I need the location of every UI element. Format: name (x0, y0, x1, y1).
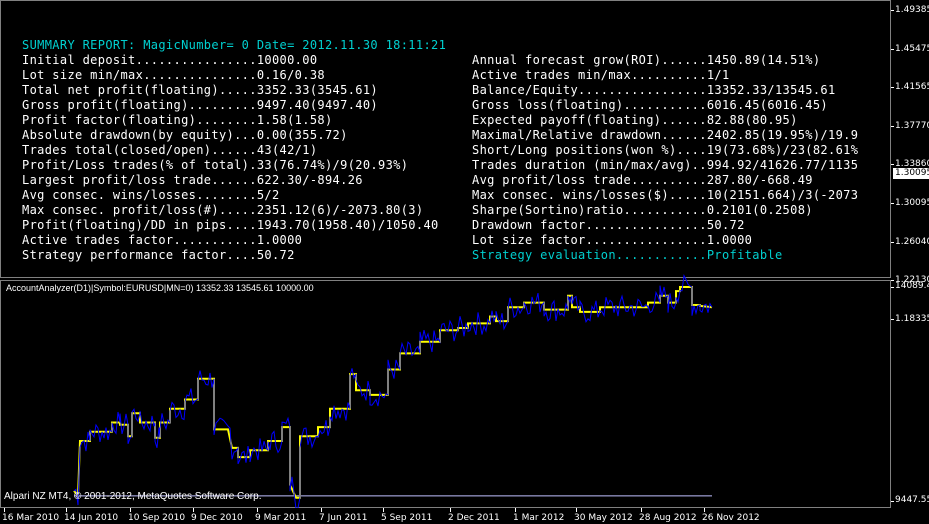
price-tick (891, 48, 894, 50)
time-tick (321, 508, 322, 512)
balance-line (73, 286, 713, 499)
time-label: 28 Aug 2012 (639, 513, 697, 523)
time-label: 9 Dec 2010 (191, 513, 243, 523)
indicator-scale-bottom: 9447.55 (895, 495, 929, 505)
time-tick (383, 508, 384, 512)
price-label: 1.30095 (895, 198, 929, 208)
indicator-scale[interactable]: 14089.4 9447.55 (891, 280, 929, 508)
time-label: 9 Mar 2011 (255, 513, 307, 523)
time-label: 16 Mar 2010 (2, 513, 60, 523)
time-tick (704, 508, 705, 512)
time-label: 26 Nov 2012 (702, 513, 760, 523)
time-tick (4, 508, 5, 512)
price-tick (891, 10, 894, 11)
price-tick (891, 203, 894, 204)
price-scale[interactable]: 1.49385 1.45475 1.41565 1.37770 1.33860 1.300… (891, 0, 929, 324)
price-label: 1.45475 (895, 43, 929, 54)
time-tick (66, 508, 67, 512)
copyright-text: Alpari NZ MT4, © 2001-2012, MetaQuotes S… (4, 491, 262, 502)
equity-line (73, 273, 713, 508)
time-label: 2 Dec 2011 (448, 513, 500, 523)
price-label: 1.49385 (895, 5, 929, 15)
price-tick (891, 164, 894, 166)
price-label: 1.26040 (895, 236, 929, 247)
price-tick (891, 241, 894, 243)
price-tick (891, 125, 894, 127)
price-label: 1.41565 (895, 82, 929, 93)
price-label: 1.37770 (895, 120, 929, 131)
time-tick (515, 508, 516, 512)
time-label: 14 Jun 2010 (64, 513, 119, 523)
time-label: 30 May 2012 (574, 513, 633, 523)
time-tick (641, 508, 642, 512)
time-label: 7 Jun 2011 (319, 513, 368, 523)
time-tick (576, 508, 577, 512)
indicator-scale-top: 14089.4 (895, 281, 929, 291)
time-label: 5 Sep 2011 (381, 513, 433, 523)
time-tick (130, 508, 131, 512)
time-tick (257, 508, 258, 512)
time-tick (450, 508, 451, 512)
price-tick (891, 87, 894, 89)
time-axis[interactable]: 16 Mar 2010 14 Jun 2010 10 Sep 2010 9 Dec 2… (0, 508, 891, 524)
current-price-label: 1.30095 (893, 168, 929, 179)
time-label: 1 Mar 2012 (513, 513, 565, 523)
time-label: 10 Sep 2010 (128, 513, 186, 523)
account-chart (73, 273, 713, 508)
time-tick (193, 508, 194, 512)
